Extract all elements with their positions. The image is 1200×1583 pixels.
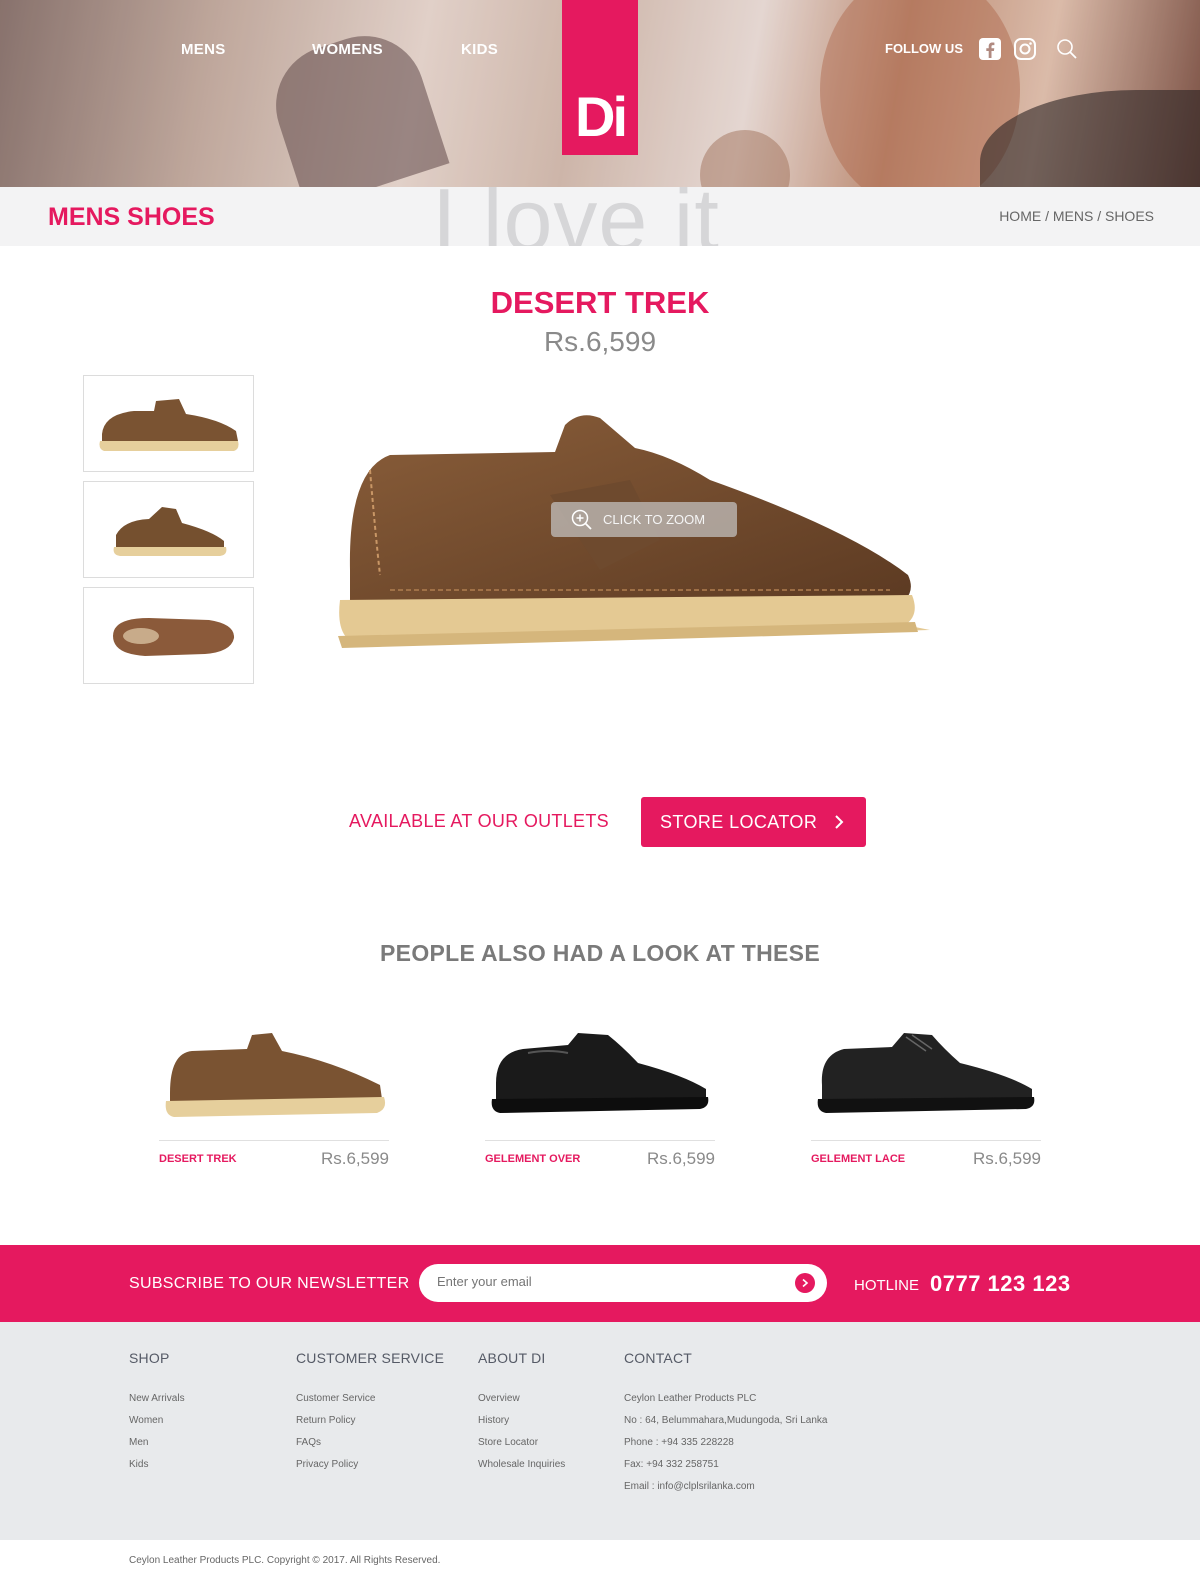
footer-link-customer-service[interactable]: Customer Service bbox=[296, 1388, 444, 1410]
footer-column-contact: CONTACT Ceylon Leather Products PLC No :… bbox=[624, 1350, 827, 1498]
contact-address: No : 64, Belummahara,Mudungoda, Sri Lank… bbox=[624, 1415, 828, 1426]
zoom-label: CLICK TO ZOOM bbox=[603, 512, 706, 527]
zoom-in-icon bbox=[571, 509, 592, 530]
follow-us-label: FOLLOW US bbox=[885, 41, 963, 56]
product-thumbnail[interactable] bbox=[83, 375, 254, 472]
breadcrumb-mens[interactable]: MENS bbox=[1053, 208, 1093, 224]
shoe-thumbnail-angle bbox=[113, 506, 226, 556]
related-product-image bbox=[811, 1015, 1041, 1130]
divider bbox=[485, 1140, 715, 1141]
breadcrumb-separator: / bbox=[1041, 208, 1053, 224]
related-product-name[interactable]: GELEMENT LACE bbox=[811, 1153, 905, 1165]
nav-kids[interactable]: KIDS bbox=[461, 41, 498, 58]
contact-fax: Fax: +94 332 258751 bbox=[624, 1459, 719, 1470]
footer-link-women[interactable]: Women bbox=[129, 1410, 185, 1432]
di-logo[interactable]: Di bbox=[562, 0, 638, 155]
divider bbox=[811, 1140, 1041, 1141]
shoe-thumbnail-side bbox=[99, 398, 238, 451]
page-title: MENS SHOES bbox=[48, 203, 215, 231]
footer-link-men[interactable]: Men bbox=[129, 1432, 185, 1454]
chevron-right-icon bbox=[802, 1278, 809, 1288]
related-product-price: Rs.6,599 bbox=[972, 1149, 1041, 1168]
black-shoe-image bbox=[491, 1032, 708, 1113]
search-icon[interactable] bbox=[1056, 38, 1080, 62]
footer-link-privacy-policy[interactable]: Privacy Policy bbox=[296, 1454, 444, 1476]
related-product-card[interactable]: DESERT TREK Rs.6,599 bbox=[159, 1015, 389, 1169]
footer-column-shop: SHOP New Arrivals Women Men Kids bbox=[129, 1350, 185, 1476]
copyright-text: Ceylon Leather Products PLC. Copyright ©… bbox=[129, 1555, 441, 1566]
footer: SHOP New Arrivals Women Men Kids CUSTOME… bbox=[0, 1322, 1200, 1540]
breadcrumb-shoes[interactable]: SHOES bbox=[1105, 208, 1154, 224]
hotline-label: HOTLINE bbox=[854, 1277, 920, 1294]
instagram-icon[interactable] bbox=[1013, 37, 1037, 61]
brown-shoe-image bbox=[165, 1032, 385, 1117]
related-products-heading: PEOPLE ALSO HAD A LOOK AT THESE bbox=[380, 940, 820, 966]
newsletter-email-input[interactable] bbox=[437, 1274, 777, 1289]
footer-column-customer-service: CUSTOMER SERVICE Customer Service Return… bbox=[296, 1350, 444, 1476]
footer-heading: SHOP bbox=[129, 1350, 170, 1366]
footer-heading: CUSTOMER SERVICE bbox=[296, 1350, 445, 1366]
footer-link-wholesale[interactable]: Wholesale Inquiries bbox=[478, 1454, 565, 1476]
footer-column-about: ABOUT DI Overview History Store Locator … bbox=[478, 1350, 565, 1476]
hero-banner: MENS WOMENS KIDS Di FOLLOW US bbox=[0, 0, 1200, 187]
breadcrumb-separator: / bbox=[1093, 208, 1105, 224]
footer-link-store-locator[interactable]: Store Locator bbox=[478, 1432, 565, 1454]
divider bbox=[159, 1140, 389, 1141]
store-locator-label: STORE LOCATOR bbox=[660, 811, 818, 832]
footer-heading: CONTACT bbox=[624, 1350, 693, 1366]
click-to-zoom-button[interactable]: CLICK TO ZOOM bbox=[551, 502, 737, 537]
related-product-image bbox=[159, 1015, 389, 1130]
contact-company: Ceylon Leather Products PLC bbox=[624, 1393, 757, 1404]
related-product-card[interactable]: GELEMENT OVER Rs.6,599 bbox=[485, 1015, 715, 1169]
nav-womens[interactable]: WOMENS bbox=[312, 41, 383, 58]
contact-phone: Phone : +94 335 228228 bbox=[624, 1437, 734, 1448]
page-title-bar: I love it MENS SHOES HOME / MENS / SHOES bbox=[0, 187, 1200, 246]
related-product-name[interactable]: GELEMENT OVER bbox=[485, 1153, 580, 1165]
facebook-icon[interactable] bbox=[978, 37, 1002, 61]
footer-link-overview[interactable]: Overview bbox=[478, 1388, 565, 1410]
chevron-right-icon bbox=[835, 815, 844, 829]
related-product-price: Rs.6,599 bbox=[646, 1149, 715, 1168]
newsletter-submit-button[interactable] bbox=[795, 1273, 815, 1293]
store-locator-button[interactable]: STORE LOCATOR bbox=[641, 797, 866, 847]
related-product-price: Rs.6,599 bbox=[320, 1149, 389, 1168]
footer-link-kids[interactable]: Kids bbox=[129, 1454, 185, 1476]
hotline-number[interactable]: 0777 123 123 bbox=[930, 1271, 1071, 1297]
nav-mens[interactable]: MENS bbox=[181, 41, 226, 58]
newsletter-bar: SUBSCRIBE TO OUR NEWSLETTER HOTLINE 0777… bbox=[0, 1245, 1200, 1322]
footer-link-faqs[interactable]: FAQs bbox=[296, 1432, 444, 1454]
black-lace-shoe-image bbox=[817, 1032, 1034, 1113]
product-name: DESERT TREK bbox=[490, 285, 710, 320]
title-watermark: I love it bbox=[432, 187, 720, 246]
available-at-outlets-text: AVAILABLE AT OUR OUTLETS bbox=[349, 811, 609, 831]
newsletter-input-wrapper bbox=[419, 1264, 827, 1302]
footer-heading: ABOUT DI bbox=[478, 1350, 546, 1366]
footer-link-return-policy[interactable]: Return Policy bbox=[296, 1410, 444, 1432]
contact-email[interactable]: Email : info@clplsrilanka.com bbox=[624, 1476, 827, 1498]
footer-link-new-arrivals[interactable]: New Arrivals bbox=[129, 1388, 185, 1410]
product-thumbnail[interactable] bbox=[83, 481, 254, 578]
related-product-name[interactable]: DESERT TREK bbox=[159, 1153, 237, 1165]
footer-link-history[interactable]: History bbox=[478, 1410, 565, 1432]
related-product-card[interactable]: GELEMENT LACE Rs.6,599 bbox=[811, 1015, 1041, 1169]
breadcrumb-home[interactable]: HOME bbox=[999, 208, 1041, 224]
product-price: Rs.6,599 bbox=[543, 326, 657, 357]
shoe-thumbnail-top bbox=[112, 617, 234, 656]
breadcrumb: HOME / MENS / SHOES bbox=[999, 208, 1154, 224]
newsletter-label: SUBSCRIBE TO OUR NEWSLETTER bbox=[129, 1275, 410, 1292]
product-thumbnail[interactable] bbox=[83, 587, 254, 684]
related-product-image bbox=[485, 1015, 715, 1130]
